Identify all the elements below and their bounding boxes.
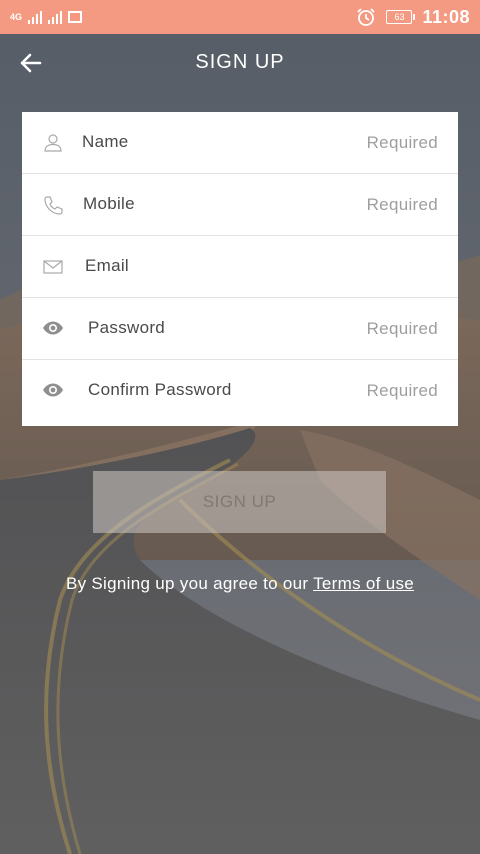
signal-strength-icon-2: [48, 10, 63, 24]
sign-up-button[interactable]: SIGN UP: [93, 471, 386, 533]
mail-icon: [43, 260, 63, 274]
mobile-field[interactable]: Mobile Required: [22, 174, 458, 236]
terms-prefix: By Signing up you agree to our: [65, 574, 309, 593]
page-title: SIGN UP: [195, 51, 285, 73]
name-field[interactable]: Name Required: [22, 112, 458, 174]
phone-icon: [44, 196, 63, 215]
confirm-password-field[interactable]: Confirm Password Required: [22, 360, 458, 423]
signal-strength-icon: [28, 10, 43, 24]
app-bar: SIGN UP: [0, 34, 480, 92]
alarm-clock-icon: [357, 8, 376, 26]
status-bar: 4G 63 11:08: [0, 0, 480, 34]
mobile-required-hint: Required: [366, 195, 438, 214]
gallery-notification-icon: [68, 11, 83, 23]
status-bar-left: 4G: [10, 10, 83, 24]
terms-of-use-link[interactable]: Terms of use: [313, 574, 414, 593]
password-required-hint: Required: [366, 319, 438, 338]
person-icon: [44, 134, 62, 152]
eye-icon[interactable]: [42, 318, 64, 340]
name-label: Name: [82, 132, 129, 151]
email-field[interactable]: Email: [22, 236, 458, 298]
password-label: Password: [88, 318, 166, 337]
eye-icon[interactable]: [42, 380, 64, 402]
status-bar-right: 63 11:08: [356, 0, 470, 34]
signup-form: Name Required Mobile Required Email Pass…: [22, 112, 458, 426]
confirm-password-label: Confirm Password: [88, 380, 232, 399]
network-type-label: 4G: [10, 11, 23, 22]
battery-icon: 63: [386, 10, 416, 24]
name-required-hint: Required: [366, 133, 438, 152]
confirm-password-required-hint: Required: [366, 381, 438, 400]
terms-text: By Signing up you agree to our Terms of …: [0, 574, 480, 594]
mobile-label: Mobile: [83, 194, 135, 213]
status-time: 11:08: [422, 6, 470, 27]
password-field[interactable]: Password Required: [22, 298, 458, 360]
email-label: Email: [85, 256, 130, 275]
